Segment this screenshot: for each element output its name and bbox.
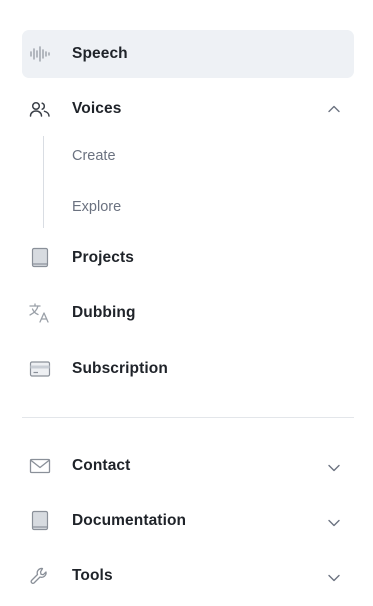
nav-item-contact[interactable]: Contact: [22, 442, 354, 490]
chevron-up-icon[interactable]: [324, 99, 344, 119]
nav-item-speech[interactable]: Speech: [22, 30, 354, 78]
divider: [22, 417, 354, 418]
nav-item-projects[interactable]: Projects: [22, 234, 354, 282]
chevron-down-icon[interactable]: [324, 568, 344, 588]
wrench-icon: [28, 564, 52, 588]
submenu-guide-line: [43, 136, 44, 228]
nav-item-tools-label: Tools: [72, 567, 113, 584]
book-icon: [28, 246, 52, 270]
nav-item-dubbing-label: Dubbing: [72, 304, 136, 321]
chevron-down-icon[interactable]: [324, 458, 344, 478]
nav-item-voices-label: Voices: [72, 100, 122, 117]
nav-item-documentation[interactable]: Documentation: [22, 497, 354, 545]
nav-item-speech-label: Speech: [72, 45, 128, 62]
nav-item-subscription-label: Subscription: [72, 360, 168, 377]
nav-item-subscription[interactable]: Subscription: [22, 345, 354, 393]
submenu-item-create[interactable]: Create: [72, 148, 116, 164]
nav-item-tools[interactable]: Tools: [22, 552, 354, 600]
nav-item-voices[interactable]: Voices: [22, 85, 354, 133]
waveform-icon: [28, 42, 52, 66]
submenu-item-explore[interactable]: Explore: [72, 199, 121, 215]
nav-item-projects-label: Projects: [72, 249, 134, 266]
credit-card-icon: [28, 357, 52, 381]
users-icon: [28, 97, 52, 121]
translate-icon: [28, 301, 52, 325]
chevron-down-icon[interactable]: [324, 513, 344, 533]
mail-icon: [28, 454, 52, 478]
nav-item-contact-label: Contact: [72, 457, 131, 474]
nav-item-documentation-label: Documentation: [72, 512, 187, 529]
sidebar: Speech Voices Create Explore Projects Du…: [0, 0, 373, 606]
nav-item-dubbing[interactable]: Dubbing: [22, 289, 354, 337]
book-icon: [28, 509, 52, 533]
